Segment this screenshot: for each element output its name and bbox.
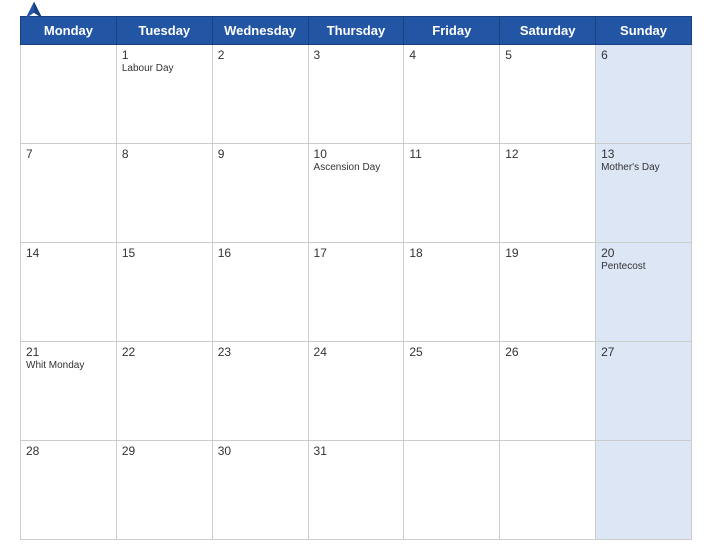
calendar-header-row: MondayTuesdayWednesdayThursdayFridaySatu… — [21, 17, 692, 45]
weekday-header-sunday: Sunday — [596, 17, 692, 45]
day-number: 19 — [505, 246, 590, 260]
holiday-name: Ascension Day — [314, 162, 399, 173]
calendar-cell: 4 — [404, 45, 500, 144]
day-number: 24 — [314, 345, 399, 359]
holiday-name: Labour Day — [122, 63, 207, 74]
calendar-cell — [404, 441, 500, 540]
calendar-cell: 20Pentecost — [596, 243, 692, 342]
day-number: 22 — [122, 345, 207, 359]
day-number: 12 — [505, 147, 590, 161]
day-number: 4 — [409, 48, 494, 62]
calendar-week-row: 14 15 16 17 18 19 20Pentecost — [21, 243, 692, 342]
holiday-name: Pentecost — [601, 261, 686, 272]
logo — [20, 0, 52, 24]
day-number: 14 — [26, 246, 111, 260]
calendar-cell — [500, 441, 596, 540]
calendar-cell: 15 — [116, 243, 212, 342]
calendar-cell: 10Ascension Day — [308, 144, 404, 243]
calendar-cell: 31 — [308, 441, 404, 540]
day-number: 7 — [26, 147, 111, 161]
calendar-cell: 17 — [308, 243, 404, 342]
calendar-cell: 12 — [500, 144, 596, 243]
calendar-cell: 22 — [116, 342, 212, 441]
calendar-cell: 19 — [500, 243, 596, 342]
calendar-cell: 13Mother's Day — [596, 144, 692, 243]
day-number: 6 — [601, 48, 686, 62]
day-number: 5 — [505, 48, 590, 62]
day-number: 20 — [601, 246, 686, 260]
calendar-week-row: 28 29 30 31 — [21, 441, 692, 540]
day-number: 9 — [218, 147, 303, 161]
day-number: 13 — [601, 147, 686, 161]
calendar-cell: 28 — [21, 441, 117, 540]
calendar-cell: 25 — [404, 342, 500, 441]
day-number: 29 — [122, 444, 207, 458]
calendar-cell — [21, 45, 117, 144]
holiday-name: Whit Monday — [26, 360, 111, 371]
calendar-week-row: 21Whit Monday 22 23 24 25 26 27 — [21, 342, 692, 441]
weekday-header-friday: Friday — [404, 17, 500, 45]
calendar-cell: 9 — [212, 144, 308, 243]
day-number: 30 — [218, 444, 303, 458]
calendar-cell: 16 — [212, 243, 308, 342]
calendar-body: 1Labour Day2345678910Ascension Day111213… — [21, 45, 692, 540]
day-number: 31 — [314, 444, 399, 458]
logo-bird-icon — [20, 0, 48, 24]
calendar-cell: 5 — [500, 45, 596, 144]
day-number: 16 — [218, 246, 303, 260]
day-number: 26 — [505, 345, 590, 359]
weekday-header-tuesday: Tuesday — [116, 17, 212, 45]
calendar-cell: 18 — [404, 243, 500, 342]
day-number: 18 — [409, 246, 494, 260]
calendar-cell: 6 — [596, 45, 692, 144]
calendar-cell: 24 — [308, 342, 404, 441]
weekday-header-thursday: Thursday — [308, 17, 404, 45]
calendar-cell: 11 — [404, 144, 500, 243]
day-number: 10 — [314, 147, 399, 161]
holiday-name: Mother's Day — [601, 162, 686, 173]
calendar-cell: 30 — [212, 441, 308, 540]
weekday-row: MondayTuesdayWednesdayThursdayFridaySatu… — [21, 17, 692, 45]
day-number: 1 — [122, 48, 207, 62]
day-number: 25 — [409, 345, 494, 359]
day-number: 28 — [26, 444, 111, 458]
calendar-week-row: 789 10Ascension Day 11 12 13Mother's Day — [21, 144, 692, 243]
day-number: 3 — [314, 48, 399, 62]
calendar-cell: 3 — [308, 45, 404, 144]
day-number: 8 — [122, 147, 207, 161]
calendar-cell: 29 — [116, 441, 212, 540]
calendar-cell: 21Whit Monday — [21, 342, 117, 441]
calendar-cell: 23 — [212, 342, 308, 441]
calendar-cell: 14 — [21, 243, 117, 342]
calendar-cell: 2 — [212, 45, 308, 144]
calendar-table: MondayTuesdayWednesdayThursdayFridaySatu… — [20, 16, 692, 540]
day-number: 11 — [409, 147, 494, 161]
weekday-header-saturday: Saturday — [500, 17, 596, 45]
calendar-cell: 1Labour Day — [116, 45, 212, 144]
day-number: 23 — [218, 345, 303, 359]
calendar-cell: 7 — [21, 144, 117, 243]
calendar-cell: 8 — [116, 144, 212, 243]
calendar-cell — [596, 441, 692, 540]
day-number: 17 — [314, 246, 399, 260]
day-number: 2 — [218, 48, 303, 62]
day-number: 21 — [26, 345, 111, 359]
day-number: 27 — [601, 345, 686, 359]
calendar-cell: 26 — [500, 342, 596, 441]
calendar-cell: 27 — [596, 342, 692, 441]
day-number: 15 — [122, 246, 207, 260]
weekday-header-wednesday: Wednesday — [212, 17, 308, 45]
calendar-week-row: 1Labour Day 23456 — [21, 45, 692, 144]
